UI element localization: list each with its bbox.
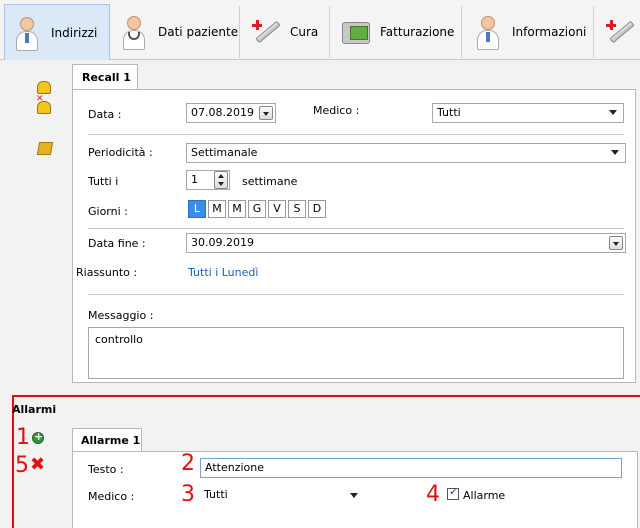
doctor-icon [118, 12, 150, 52]
data-date-field[interactable]: 07.08.2019 [186, 103, 276, 123]
chevron-down-icon [611, 150, 619, 155]
periodicita-label: Periodicità : [88, 146, 153, 159]
periodicita-select[interactable]: Settimanale [186, 143, 626, 163]
doctor-icon [11, 13, 43, 53]
tab-cura[interactable]: Cura [244, 6, 330, 58]
delete-recall-bell-icon[interactable] [36, 94, 51, 114]
medico-select[interactable]: Tutti [432, 103, 624, 123]
testo-value: Attenzione [205, 461, 264, 474]
billing-icon [340, 12, 372, 52]
medico-alarm-select[interactable]: Tutti [200, 485, 364, 505]
riassunto-value: Tutti i Lunedì [188, 266, 259, 279]
chevron-down-icon [350, 493, 358, 498]
data-fine-label: Data fine : [88, 237, 146, 250]
data-fine-field[interactable]: 30.09.2019 [186, 233, 626, 253]
calendar-dropdown-icon[interactable] [609, 236, 623, 250]
add-alarm-icon[interactable] [32, 430, 44, 444]
divider [88, 294, 624, 295]
data-label: Data : [88, 108, 122, 121]
marker-2: 2 [181, 451, 195, 476]
messaggio-label: Messaggio : [88, 309, 154, 322]
periodicita-value: Settimanale [191, 146, 258, 159]
medico-value: Tutti [437, 106, 461, 119]
tab-fatturazione[interactable]: Fatturazione [334, 6, 462, 58]
calendar-dropdown-icon[interactable] [259, 106, 273, 120]
tab-overflow[interactable] [598, 6, 640, 58]
testo-label: Testo : [88, 463, 124, 476]
riassunto-label: Riassunto : [76, 266, 138, 279]
syringe-icon [604, 12, 636, 52]
day-toggle-lunedi[interactable]: L [188, 200, 206, 218]
data-value: 07.08.2019 [191, 106, 254, 119]
tab-indirizzi[interactable]: Indirizzi [4, 4, 110, 60]
medico-alarm-value: Tutti [204, 488, 228, 501]
marker-3: 3 [181, 482, 195, 507]
day-toggle-domenica[interactable]: D [308, 200, 326, 218]
day-toggle-venerdi[interactable]: V [268, 200, 286, 218]
folder-icon[interactable] [38, 140, 52, 154]
divider [88, 228, 624, 229]
medico-alarm-label: Medico : [88, 490, 135, 503]
tab-label: Informazioni [512, 25, 587, 39]
day-toggle-martedi[interactable]: M [208, 200, 226, 218]
marker-1: 1 [16, 425, 30, 450]
tab-label: Indirizzi [51, 25, 98, 40]
tab-label: Fatturazione [380, 25, 455, 39]
testo-input[interactable]: Attenzione [200, 458, 622, 478]
doctor-icon [472, 12, 504, 52]
tutti-unit: settimane [242, 175, 298, 188]
marker-4: 4 [426, 482, 440, 507]
tutti-value: 1 [191, 173, 198, 186]
tab-dati-paziente[interactable]: Dati paziente [112, 6, 240, 58]
delete-alarm-icon[interactable]: ✖ [30, 456, 45, 474]
tab-label: Cura [290, 25, 319, 39]
day-toggle-giovedi[interactable]: G [248, 200, 266, 218]
marker-5: 5 [15, 453, 29, 478]
tab-recall-1[interactable]: Recall 1 [72, 64, 138, 90]
allarmi-title: Allarmi [12, 403, 57, 416]
tab-informazioni[interactable]: Informazioni [466, 6, 594, 58]
spin-stepper-icon[interactable] [214, 171, 228, 189]
day-toggle-mercoledi[interactable]: M [228, 200, 246, 218]
day-toggle-sabato[interactable]: S [288, 200, 306, 218]
syringe-icon [250, 12, 282, 52]
medico-label: Medico : [313, 104, 360, 117]
giorni-label: Giorni : [88, 205, 128, 218]
tab-allarme-1[interactable]: Allarme 1 [72, 428, 142, 452]
add-recall-bell-icon[interactable] [36, 80, 51, 94]
messaggio-textarea[interactable]: controllo [88, 327, 624, 379]
top-tab-bar: Indirizzi Dati paziente Cura Fatturazion… [0, 0, 640, 60]
data-fine-value: 30.09.2019 [191, 236, 254, 249]
tab-label: Dati paziente [158, 25, 239, 39]
tutti-label: Tutti i [88, 175, 119, 188]
chevron-down-icon [609, 110, 617, 115]
allarme-checkbox-label: Allarme [463, 489, 506, 502]
tutti-stepper[interactable]: 1 [186, 170, 230, 190]
allarme-checkbox[interactable] [447, 485, 459, 500]
divider [88, 134, 624, 135]
